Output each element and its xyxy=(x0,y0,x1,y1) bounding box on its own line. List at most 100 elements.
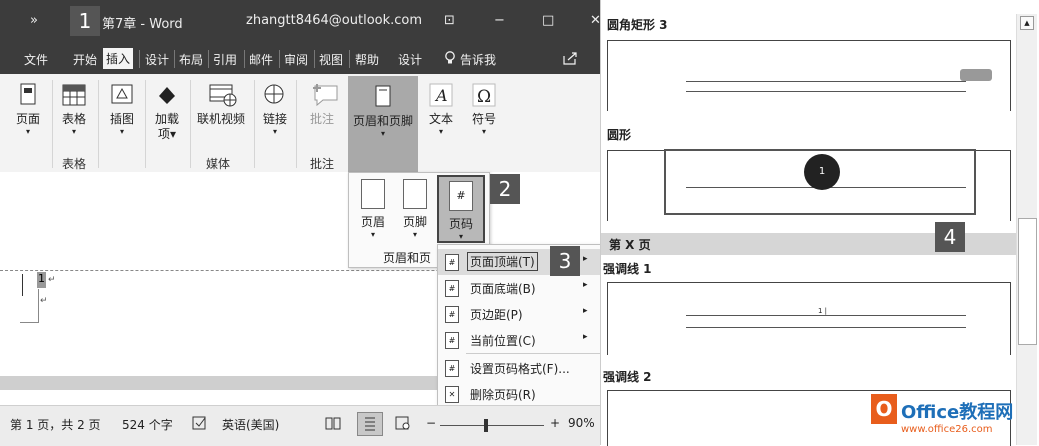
table-button[interactable]: 表格 ▾ xyxy=(56,82,92,137)
minimize-button[interactable]: − xyxy=(494,13,505,28)
omega-icon: Ω xyxy=(471,82,497,108)
tab-mailings[interactable]: 邮件 xyxy=(249,51,273,68)
comment-label: 批注 xyxy=(309,112,334,126)
page-number-button[interactable]: # 页码 ▾ xyxy=(437,175,485,243)
tab-review[interactable]: 审阅 xyxy=(284,51,308,68)
group-comments-label: 批注 xyxy=(310,157,335,171)
ribbon: 页面 ▾ 表格 ▾ 表格 插图 ▾ 加载 项▾ 联机视频 媒体 链接 ▾ 批注 … xyxy=(0,74,600,173)
language[interactable]: 英语(美国) xyxy=(222,416,279,433)
text-button[interactable]: A 文本 ▾ xyxy=(424,82,458,137)
header-label: 页眉 xyxy=(360,215,385,229)
tab-insert[interactable]: 插入 xyxy=(103,48,134,69)
tab-file[interactable]: 文件 xyxy=(24,51,48,68)
addins-button[interactable]: 加载 项▾ xyxy=(148,82,186,142)
addins-label-line2: 项 xyxy=(157,127,170,141)
watermark-brand: Office教程网 xyxy=(901,402,1014,423)
header-footer-button[interactable]: 页眉和页脚 ▾ xyxy=(348,76,418,172)
circle-page-number: 1 xyxy=(804,154,840,190)
zoom-slider[interactable] xyxy=(440,425,544,426)
symbol-button[interactable]: Ω 符号 ▾ xyxy=(466,82,502,137)
zoom-level[interactable]: 90% xyxy=(568,416,595,430)
window-title: 第7章 - Word xyxy=(102,17,183,32)
page-number-gallery: 圆角矩形 3 圆形 1 第 X 页 4 强调线 1 1 | 强调线 2 O Of… xyxy=(600,0,1039,446)
menu-item-remove-page-numbers[interactable]: ✕ 删除页码(R) xyxy=(438,381,600,407)
tab-help[interactable]: 帮助 xyxy=(355,51,379,68)
watermark-url: www.office26.com xyxy=(901,424,993,435)
zoom-in-button[interactable]: + xyxy=(550,416,560,430)
symbol-label: 符号 xyxy=(471,112,496,126)
menu-item-page-margins[interactable]: # 页边距(P) ▸ xyxy=(438,301,600,327)
scroll-thumb[interactable] xyxy=(1018,218,1037,345)
page-count[interactable]: 第 1 页，共 2 页 xyxy=(10,416,101,433)
comment-icon xyxy=(309,82,338,108)
quick-access-icon[interactable]: » xyxy=(30,13,38,28)
gallery-section-accent-bar-1: 强调线 1 xyxy=(603,262,652,276)
link-label: 链接 xyxy=(262,112,287,126)
svg-text:A: A xyxy=(434,86,448,105)
addins-label-line1: 加载 xyxy=(154,112,179,126)
step-badge-4: 4 xyxy=(935,222,965,252)
read-mode-icon[interactable] xyxy=(325,416,341,433)
shapes-icon xyxy=(109,82,135,108)
link-button[interactable]: 链接 ▾ xyxy=(258,82,292,137)
gallery-item-rounded-rect-3[interactable] xyxy=(607,40,1011,111)
share-icon[interactable] xyxy=(562,51,578,68)
gallery-scrollbar[interactable]: ▲ xyxy=(1016,14,1037,445)
menu-item-format-page-numbers[interactable]: # 设置页码格式(F)... xyxy=(438,355,600,381)
page-top-icon: # xyxy=(445,254,459,271)
print-layout-icon[interactable] xyxy=(357,412,383,436)
header-page-icon xyxy=(361,179,385,209)
proofing-icon[interactable] xyxy=(192,416,208,433)
ribbon-tab-bar: 文件 开始 插入 设计 布局 引用 邮件 审阅 视图 帮助 设计 告诉我 xyxy=(0,44,600,74)
current-position-icon: # xyxy=(445,332,459,349)
footer-button[interactable]: 页脚 ▾ xyxy=(397,179,433,239)
video-globe-icon xyxy=(208,82,237,108)
menu-item-bottom-of-page[interactable]: # 页面底端(B) ▸ xyxy=(438,275,600,301)
step-badge-2: 2 xyxy=(490,174,520,204)
tab-home[interactable]: 开始 xyxy=(73,51,97,68)
group-tables-label: 表格 xyxy=(62,157,87,171)
account-name[interactable]: zhangtt8464@outlook.com xyxy=(246,13,422,28)
header-footer-label: 页眉和页脚 xyxy=(352,114,413,128)
page-button[interactable]: 页面 ▾ xyxy=(8,82,48,137)
illustrations-button[interactable]: 插图 ▾ xyxy=(104,82,140,137)
group-media-label: 媒体 xyxy=(206,157,231,171)
ribbon-display-icon[interactable]: ⊡ xyxy=(444,13,455,28)
zoom-out-button[interactable]: − xyxy=(426,416,436,430)
menu-item-current-position[interactable]: # 当前位置(C) ▸ xyxy=(438,327,600,353)
comment-button[interactable]: 批注 xyxy=(300,82,344,127)
header-footer-group-label: 页眉和页 xyxy=(383,251,432,265)
page-margin-icon: # xyxy=(445,306,459,323)
gallery-item-circle[interactable]: 1 xyxy=(607,149,1011,221)
table-icon xyxy=(61,82,87,108)
header-footer-icon xyxy=(370,84,396,110)
maximize-button[interactable]: □ xyxy=(542,13,554,28)
word-count[interactable]: 524 个字 xyxy=(122,416,173,433)
table-label: 表格 xyxy=(61,112,86,126)
footer-page-icon xyxy=(403,179,427,209)
header-button[interactable]: 页眉 ▾ xyxy=(355,179,391,239)
tab-header-footer-design[interactable]: 设计 xyxy=(398,51,422,68)
tab-design[interactable]: 设计 xyxy=(145,51,169,68)
tab-view[interactable]: 视图 xyxy=(319,51,343,68)
submenu-arrow-icon: ▸ xyxy=(583,254,588,264)
text-icon: A xyxy=(428,82,454,108)
online-video-button[interactable]: 联机视频 xyxy=(192,82,250,127)
lightbulb-icon xyxy=(444,51,456,68)
tab-references[interactable]: 引用 xyxy=(213,51,237,68)
step-badge-3: 3 xyxy=(550,246,580,276)
tell-me-search[interactable]: 告诉我 xyxy=(460,51,496,68)
submenu-arrow-icon: ▸ xyxy=(583,332,588,342)
svg-text:Ω: Ω xyxy=(477,87,491,107)
scroll-up-arrow-icon[interactable]: ▲ xyxy=(1020,16,1034,30)
step-badge-1: 1 xyxy=(70,6,100,36)
zoom-slider-thumb[interactable] xyxy=(484,419,488,432)
web-layout-icon[interactable] xyxy=(395,416,411,433)
addins-icon xyxy=(154,82,180,108)
link-globe-icon xyxy=(262,82,288,108)
page-bottom-icon: # xyxy=(445,280,459,297)
tab-layout[interactable]: 布局 xyxy=(179,51,203,68)
page-label: 页面 xyxy=(15,112,40,126)
gallery-item-accent-bar-1[interactable]: 1 | xyxy=(607,282,1011,355)
submenu-arrow-icon: ▸ xyxy=(583,280,588,290)
